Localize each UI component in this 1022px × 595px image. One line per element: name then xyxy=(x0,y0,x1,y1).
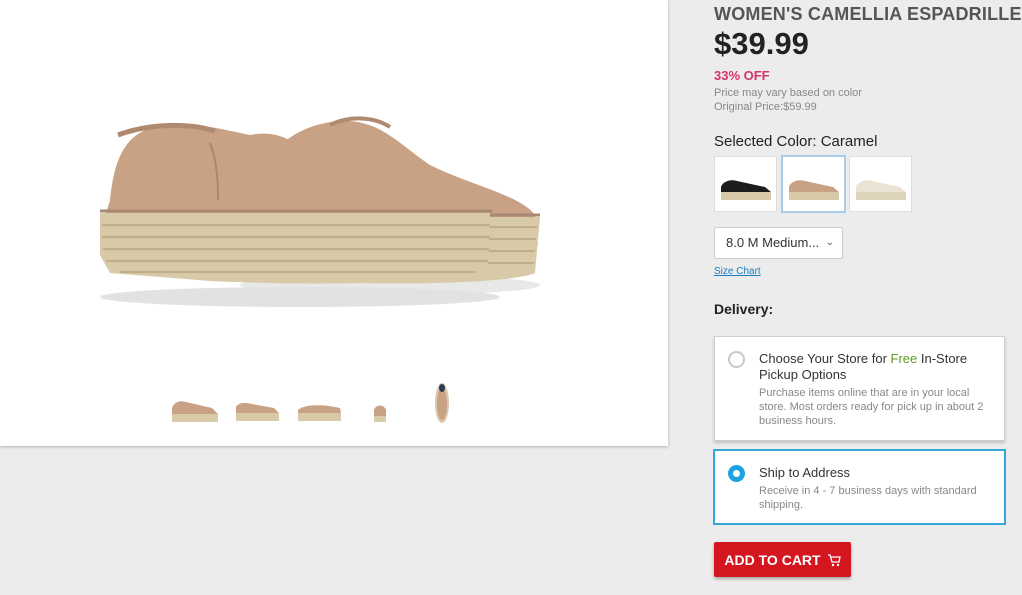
discount-badge: 33% OFF xyxy=(714,68,770,83)
ship-to-address-option[interactable]: Ship to Address Receive in 4 - 7 busines… xyxy=(714,450,1005,524)
add-to-cart-button[interactable]: ADD TO CART xyxy=(714,542,851,577)
product-title: WOMEN'S CAMELLIA ESPADRILLE xyxy=(714,4,1022,24)
ship-to-address-description: Receive in 4 - 7 business days with stan… xyxy=(759,485,977,511)
shoe-black-icon xyxy=(721,180,771,200)
thumbnail-back[interactable] xyxy=(368,378,392,428)
ship-to-address-radio[interactable] xyxy=(728,465,745,482)
swatch-black[interactable] xyxy=(714,156,777,212)
price-note: Price may vary based on color xyxy=(714,87,862,99)
cart-icon xyxy=(827,554,841,567)
thumbnail-side-alt[interactable] xyxy=(232,378,282,428)
thumbnail-side[interactable] xyxy=(168,378,222,428)
size-select[interactable]: 8.0 M Medium... ⌄ xyxy=(714,227,843,259)
product-image-panel xyxy=(0,0,668,446)
thumbnail-top[interactable] xyxy=(430,378,454,428)
size-select-value: 8.0 M Medium... xyxy=(726,235,820,250)
size-chart-link[interactable]: Size Chart xyxy=(714,266,761,277)
ship-to-address-title: Ship to Address xyxy=(759,465,851,480)
delivery-label: Delivery: xyxy=(714,301,774,317)
product-price: $39.99 xyxy=(714,26,809,61)
original-price: Original Price:$59.99 xyxy=(714,101,817,113)
thumbnail-profile[interactable] xyxy=(294,378,344,428)
store-pickup-radio[interactable] xyxy=(728,351,745,368)
chevron-down-icon: ⌄ xyxy=(825,237,834,248)
store-pickup-option[interactable]: Choose Your Store for Free In-Store Pick… xyxy=(714,336,1005,441)
main-product-image[interactable] xyxy=(90,105,550,315)
free-label: Free xyxy=(890,351,918,366)
store-pickup-title-prefix: Choose Your Store for xyxy=(759,351,891,366)
swatch-caramel[interactable] xyxy=(781,155,846,213)
shoe-caramel-icon xyxy=(789,180,839,200)
selected-color-label: Selected Color: Caramel xyxy=(714,133,878,150)
store-pickup-description: Purchase items online that are in your l… xyxy=(759,387,984,427)
store-pickup-title: Choose Your Store for Free In-Store Pick… xyxy=(759,351,994,383)
shoe-cream-icon xyxy=(856,180,906,200)
swatch-cream[interactable] xyxy=(849,156,912,212)
add-to-cart-label: ADD TO CART xyxy=(724,551,821,568)
